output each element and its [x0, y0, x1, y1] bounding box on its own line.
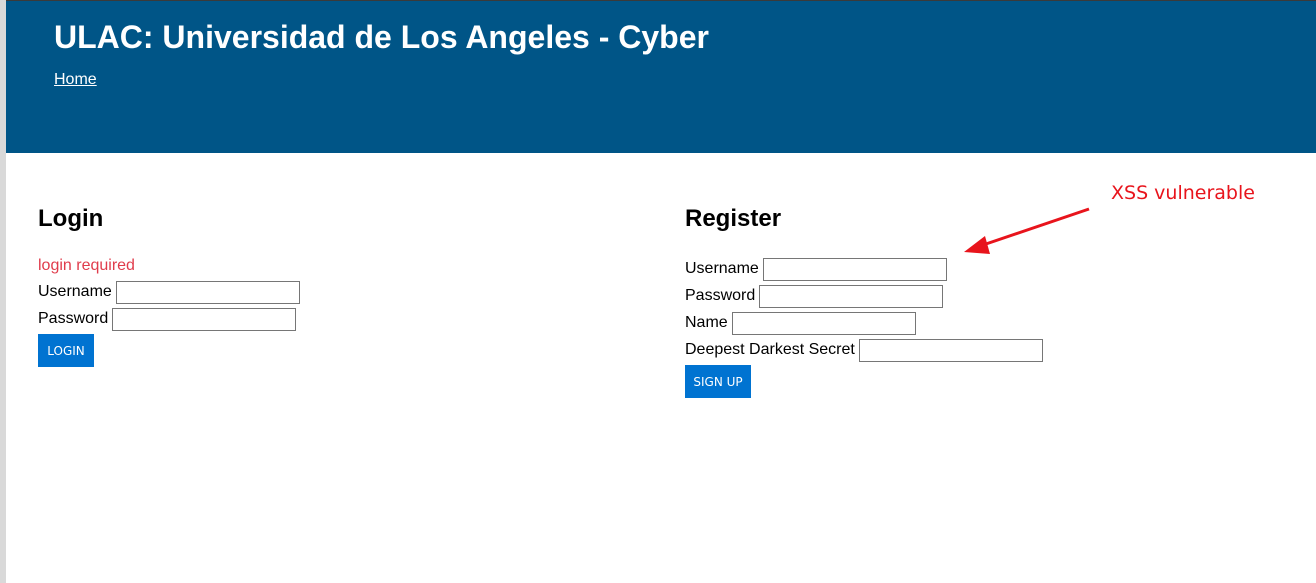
register-password-input[interactable]	[759, 284, 944, 308]
login-username-input[interactable]	[115, 280, 300, 304]
register-name-row: Name	[685, 311, 916, 335]
annotation-arrow-head	[964, 236, 990, 254]
register-secret-row: Deepest Darkest Secret	[685, 338, 1043, 362]
site-header: ULAC: Universidad de Los Angeles - Cyber…	[6, 1, 1316, 153]
page: ULAC: Universidad de Los Angeles - Cyber…	[0, 0, 1316, 583]
login-error-message: login required	[38, 257, 135, 274]
login-password-row: Password	[38, 307, 297, 331]
login-password-input[interactable]	[112, 307, 297, 331]
register-username-label: Username	[685, 260, 759, 277]
login-password-label: Password	[38, 310, 109, 327]
register-secret-input[interactable]	[858, 338, 1043, 362]
register-name-label: Name	[685, 314, 728, 331]
login-button[interactable]: LOGIN	[38, 334, 94, 367]
login-heading: Login	[38, 205, 104, 232]
register-secret-label: Deepest Darkest Secret	[685, 341, 855, 358]
login-username-row: Username	[38, 280, 300, 304]
register-heading: Register	[685, 205, 782, 232]
login-username-label: Username	[38, 283, 112, 300]
site-title: ULAC: Universidad de Los Angeles - Cyber	[54, 19, 709, 55]
register-password-label: Password	[685, 287, 756, 304]
signup-button[interactable]: SIGN UP	[685, 365, 751, 398]
xss-annotation-label: XSS vulnerable	[1111, 182, 1255, 204]
register-name-input[interactable]	[731, 311, 916, 335]
nav-home-link[interactable]: Home	[54, 70, 97, 90]
register-username-input[interactable]	[762, 257, 947, 281]
annotation-arrow-shaft	[979, 207, 1090, 248]
register-password-row: Password	[685, 284, 944, 308]
register-username-row: Username	[685, 257, 947, 281]
